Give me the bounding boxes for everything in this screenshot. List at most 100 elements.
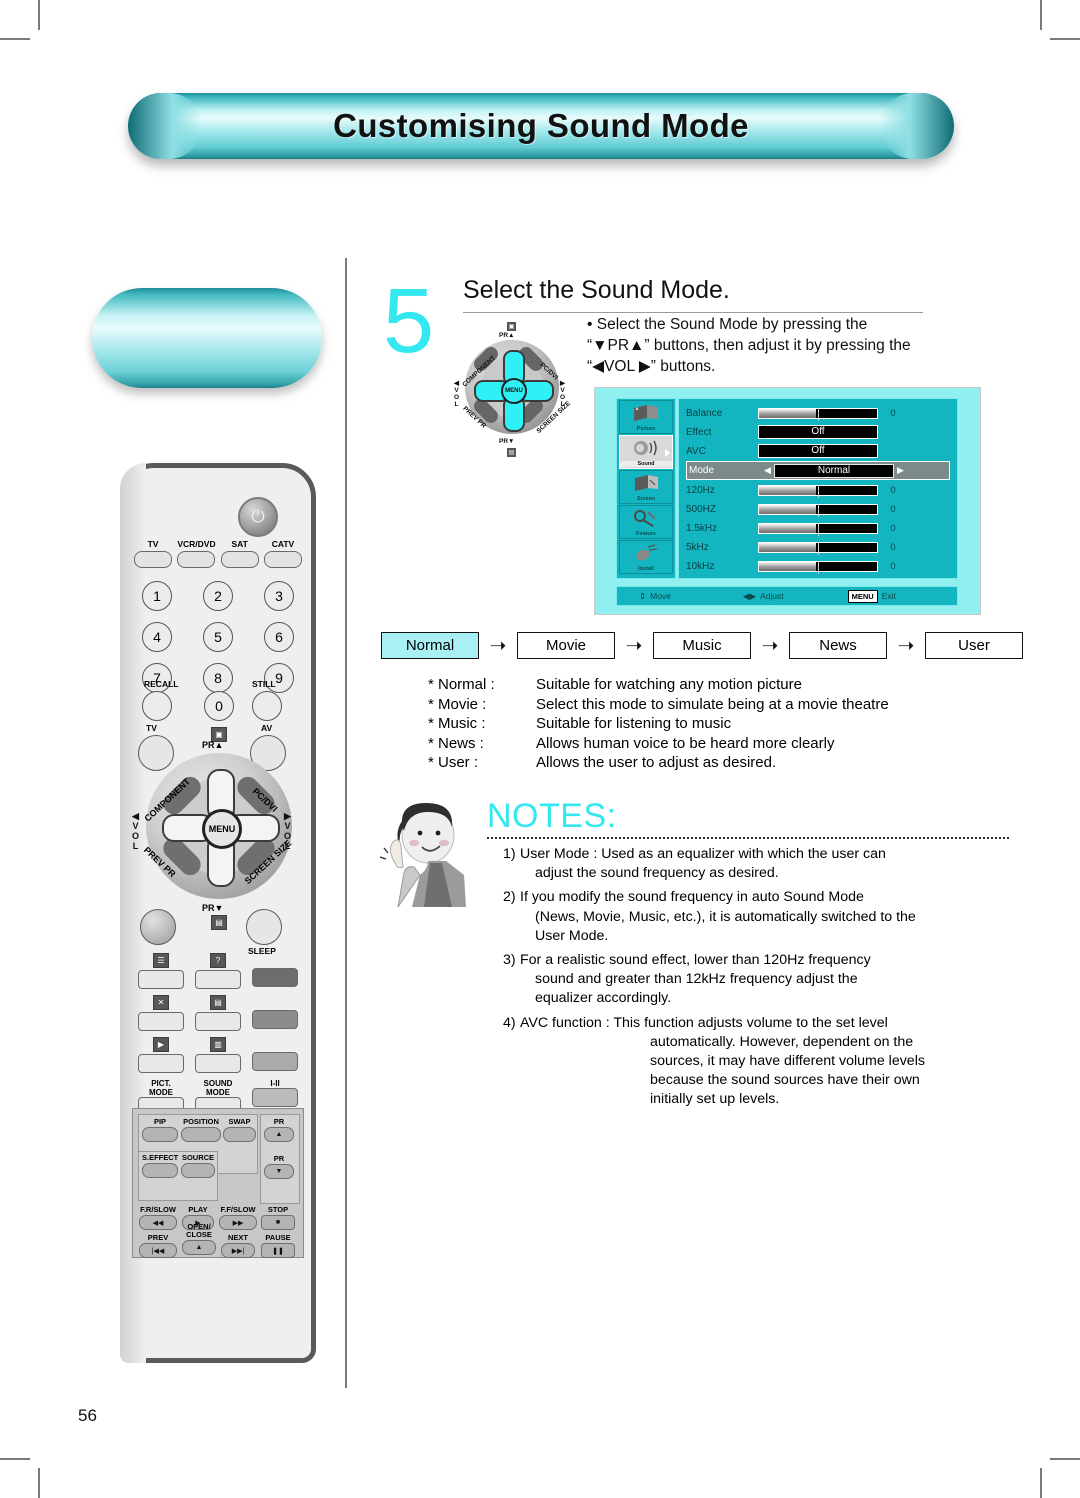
pr-down-key[interactable]: PR ▼ (264, 1154, 294, 1179)
fr-slow-key[interactable]: F.R/SLOW ◀◀ (139, 1205, 177, 1230)
key-8[interactable]: 8 (203, 663, 233, 693)
source-button-catv[interactable]: CATV (263, 539, 302, 568)
flow-item-movie[interactable]: Movie (517, 632, 615, 659)
osd-slider[interactable] (758, 560, 878, 574)
flow-item-news[interactable]: News (789, 632, 887, 659)
page-header-banner: Customising Sound Mode (128, 93, 954, 159)
pause-icon: ❚❚ (261, 1243, 295, 1258)
list-button[interactable] (138, 970, 184, 989)
note-number: 1) (503, 846, 516, 862)
tv-label: TV (146, 723, 157, 733)
power-button[interactable]: ⏻ (238, 497, 278, 537)
osd-slider[interactable] (758, 503, 878, 517)
subpage-button[interactable] (195, 1054, 241, 1073)
still-label: STILL (252, 679, 276, 689)
mute-button[interactable] (140, 909, 176, 945)
key-6[interactable]: 6 (264, 622, 294, 652)
osd-row-5khz[interactable]: 5kHz 0 (686, 538, 950, 556)
feature-icon (634, 510, 656, 527)
index-button[interactable] (195, 1012, 241, 1031)
stop-label: STOP (267, 1205, 289, 1214)
help-button[interactable] (195, 970, 241, 989)
flow-item-music[interactable]: Music (653, 632, 751, 659)
next-key[interactable]: NEXT ▶▶| (221, 1233, 255, 1258)
s-effect-key[interactable]: S.EFFECT (142, 1153, 178, 1178)
osd-slider[interactable] (758, 407, 878, 421)
osd-row-value[interactable]: Normal (774, 463, 894, 478)
source-key[interactable]: SOURCE (181, 1153, 215, 1178)
osd-slider[interactable] (758, 541, 878, 555)
osd-sidebar-item-picture[interactable]: Picture (619, 400, 673, 434)
source-button-vcr-dvd[interactable]: VCR/DVD (177, 539, 216, 568)
i-ii-button[interactable] (252, 1088, 298, 1107)
note-text: AVC function : This function adjusts vol… (520, 1014, 1023, 1110)
key-2[interactable]: 2 (203, 581, 233, 611)
flow-item-normal[interactable]: Normal (381, 632, 479, 659)
recall-button[interactable] (142, 691, 172, 721)
osd-exit-label: Exit (881, 591, 896, 601)
flow-item-user[interactable]: User (925, 632, 1023, 659)
page-number: 56 (78, 1406, 97, 1425)
red-function-button[interactable] (252, 968, 298, 987)
position-key[interactable]: POSITION (181, 1117, 221, 1142)
osd-row-mode[interactable]: Mode ◀ Normal ▶ (686, 461, 950, 480)
cancel-button[interactable] (138, 1012, 184, 1031)
description-key: * News : (428, 734, 484, 752)
ff-slow-key[interactable]: F.F/SLOW ▶▶ (219, 1205, 257, 1230)
osd-footer-bar: ⇕ Move ◀▶ Adjust MENU Exit (616, 586, 958, 606)
pause-key[interactable]: PAUSE ❚❚ (261, 1233, 295, 1258)
source-label: VCR/DVD (177, 539, 216, 549)
reveal-button[interactable] (138, 1054, 184, 1073)
prev-key[interactable]: PREV |◀◀ (139, 1233, 177, 1258)
key-3[interactable]: 3 (264, 581, 294, 611)
osd-row-value[interactable]: Off (758, 425, 878, 439)
osd-row-avc[interactable]: AVC Off (686, 442, 950, 460)
osd-row-value: 0 (890, 541, 896, 553)
green-function-button[interactable] (252, 1010, 298, 1029)
navpad-menu-button[interactable]: MENU (501, 378, 527, 404)
osd-slider[interactable] (758, 522, 878, 536)
yellow-function-button[interactable] (252, 1052, 298, 1071)
osd-row-1-5khz[interactable]: 1.5kHz 0 (686, 519, 950, 537)
note-line: For a realistic sound effect, lower than… (520, 952, 871, 969)
source-button-sat[interactable]: SAT (220, 539, 259, 568)
osd-sidebar-item-screen[interactable]: Screen (619, 470, 673, 504)
key-5[interactable]: 5 (203, 622, 233, 652)
step-title: Select the Sound Mode. (463, 276, 730, 304)
description-key: * Normal : (428, 676, 495, 693)
left-arrow-icon[interactable]: ◀ (761, 465, 774, 476)
open-close-key[interactable]: OPEN/ CLOSE ▲ (182, 1223, 216, 1255)
note-line: because the sound sources have their own (650, 1072, 920, 1089)
pip-key[interactable]: PIP (142, 1117, 178, 1142)
stop-key[interactable]: STOP ■ (261, 1205, 295, 1230)
right-arrow-icon[interactable]: ▶ (894, 465, 907, 476)
up-down-arrow-icon: ⇕ (639, 590, 647, 601)
osd-row-balance[interactable]: Balance 0 (686, 404, 950, 422)
osd-row-10khz[interactable]: 10kHz 0 (686, 557, 950, 575)
function-row: ✕ ▤ (138, 995, 298, 1031)
pr-up-key[interactable]: PR ▲ (264, 1117, 294, 1142)
osd-screenshot: Picture Sound Screen Feature Install Bal… (594, 387, 981, 615)
key-0[interactable]: 0 (204, 691, 234, 721)
key-4[interactable]: 4 (142, 622, 172, 652)
notes-divider (487, 837, 1009, 839)
osd-row-effect[interactable]: Effect Off (686, 423, 950, 441)
pr-up-arrow-icon: ▲ (264, 1127, 294, 1142)
navpad-menu-button[interactable]: MENU (202, 809, 242, 849)
osd-row-120hz[interactable]: 120Hz 0 (686, 481, 950, 499)
source-button-tv[interactable]: TV (134, 539, 172, 568)
sleep-button[interactable] (246, 909, 282, 945)
remote-vol-right-label: ▶ V O L (284, 811, 292, 851)
key-1[interactable]: 1 (142, 581, 172, 611)
swap-key[interactable]: SWAP (223, 1117, 256, 1142)
osd-slider[interactable] (758, 484, 878, 498)
note-number: 2) (503, 889, 516, 906)
osd-row-value[interactable]: Off (758, 444, 878, 458)
osd-sidebar-item-feature[interactable]: Feature (619, 505, 673, 539)
still-button[interactable] (252, 691, 282, 721)
crop-mark (38, 0, 40, 30)
mode-description-list: * Normal : Suitable for watching any mot… (428, 675, 889, 773)
osd-row-500hz[interactable]: 500HZ 0 (686, 500, 950, 518)
osd-sidebar-item-sound[interactable]: Sound (619, 435, 673, 469)
osd-sidebar-item-install[interactable]: Install (619, 540, 673, 574)
